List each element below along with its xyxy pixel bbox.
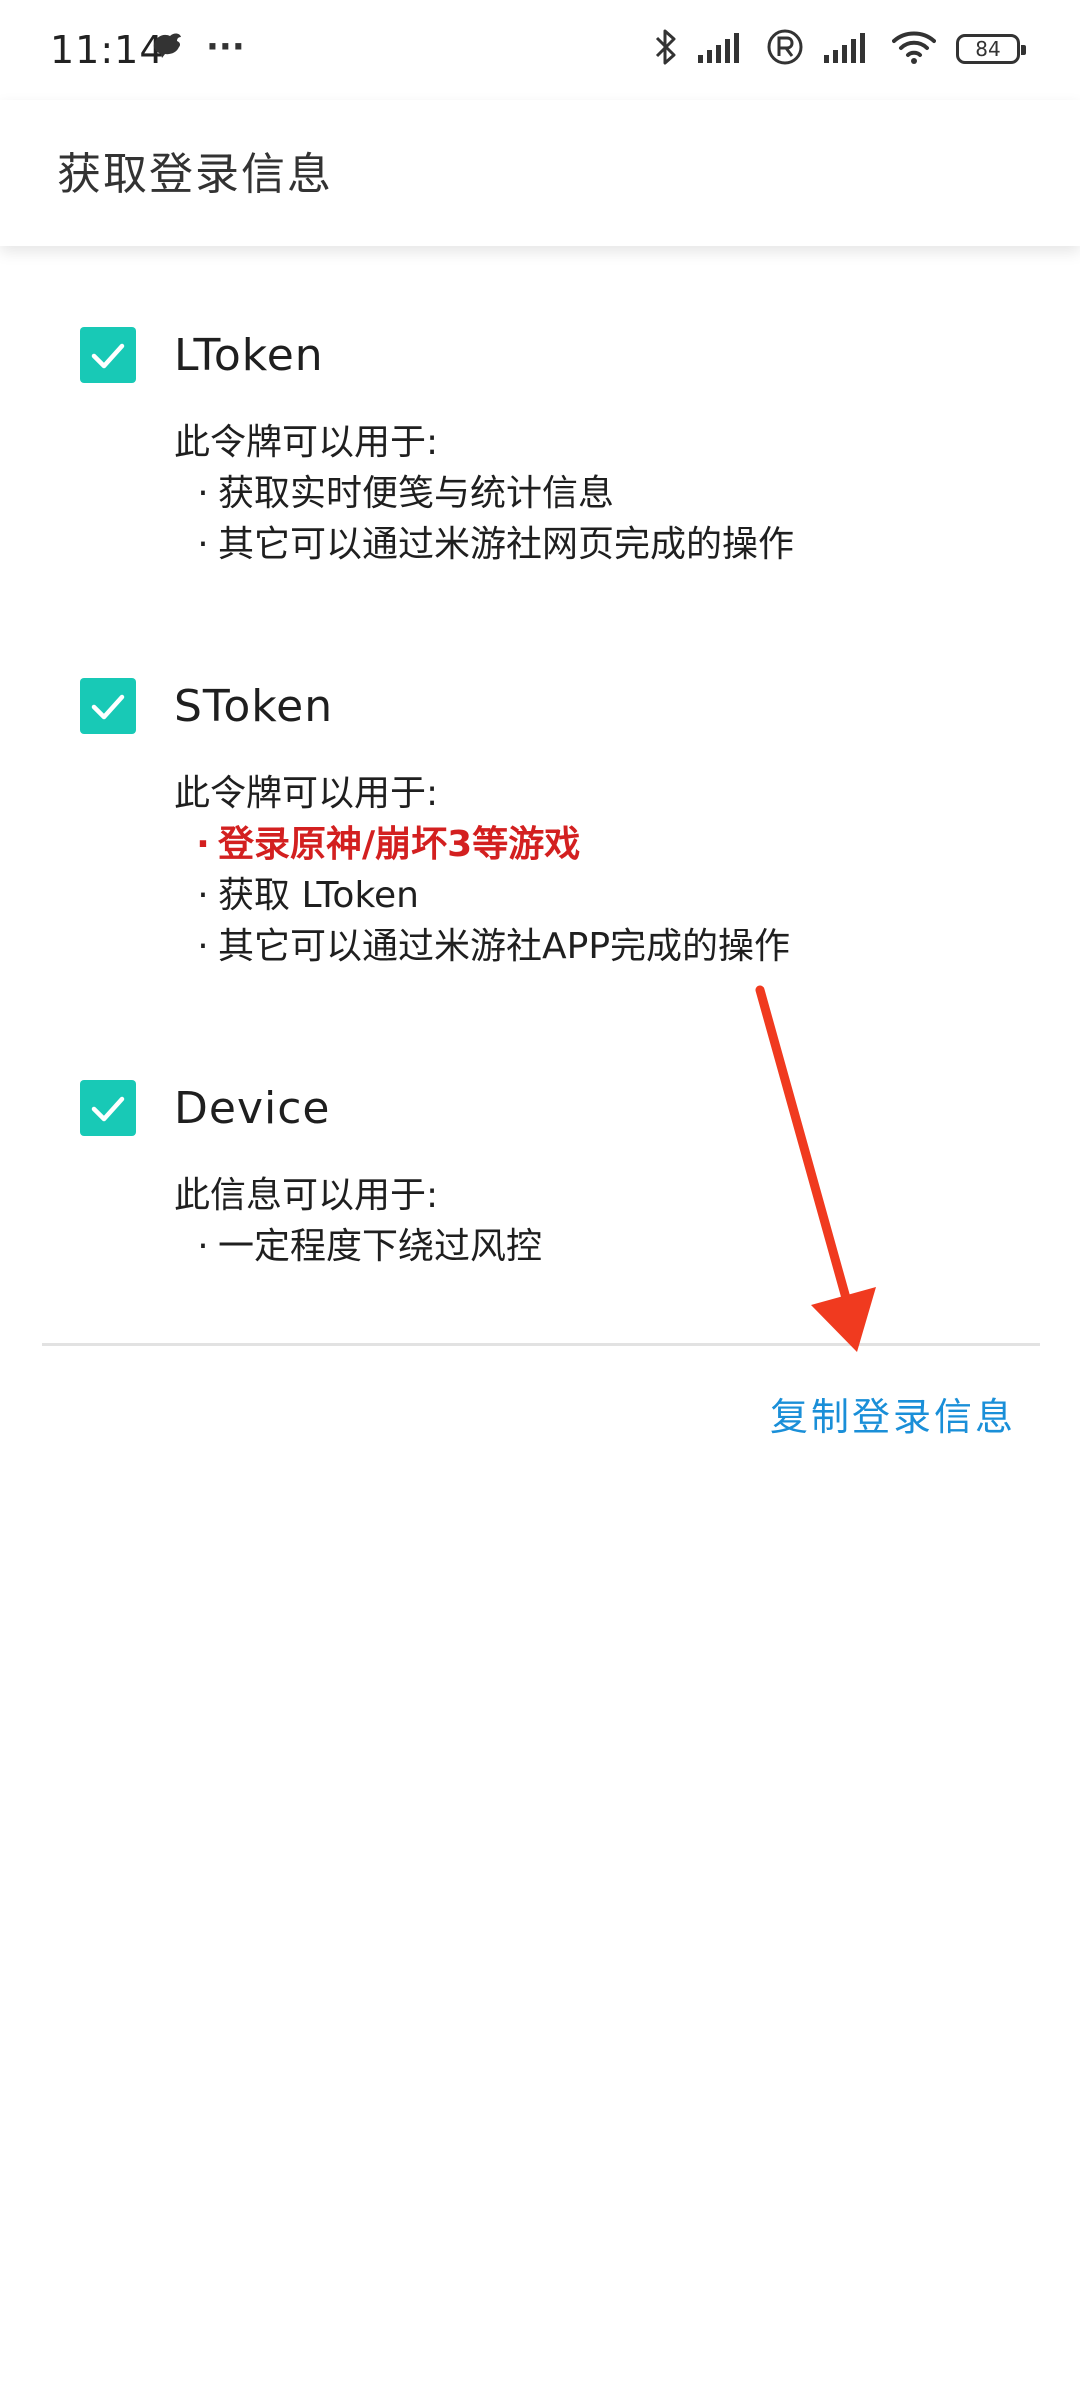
checkmark-icon: [91, 343, 125, 369]
more-dots: ···: [206, 27, 245, 67]
option-header: Device: [80, 1078, 1020, 1138]
status-time: 11:14: [50, 28, 165, 72]
option-intro: 此信息可以用于:: [174, 1175, 439, 1216]
option-bullet-emphasis: · 登录原神/崩坏3等游戏: [174, 819, 1020, 870]
device-checkbox[interactable]: [80, 1080, 136, 1136]
bullet-text: 一定程度下绕过风控: [218, 1226, 543, 1267]
divider: [42, 1343, 1040, 1346]
bullet-mark: ·: [197, 1226, 209, 1267]
bird-notification-icon: [150, 30, 184, 64]
option-device: Device 此信息可以用于: · 一定程度下绕过风控: [80, 1078, 1020, 1272]
option-header: LToken: [80, 325, 1020, 385]
battery-icon: 84: [956, 34, 1026, 64]
option-bullet: · 获取 LToken: [174, 870, 1020, 921]
stoken-checkbox[interactable]: [80, 678, 136, 734]
option-ltoken: LToken 此令牌可以用于: · 获取实时便笺与统计信息 · 其它可以通过米游…: [80, 325, 1020, 570]
bullet-text: 其它可以通过米游社网页完成的操作: [218, 524, 795, 565]
option-intro: 此令牌可以用于:: [174, 773, 439, 814]
option-bullet: · 其它可以通过米游社APP完成的操作: [174, 921, 1020, 972]
battery-level: 84: [975, 37, 1001, 61]
bullet-mark: ·: [197, 473, 209, 514]
bullet-text: 获取 LToken: [218, 875, 419, 916]
copy-login-info-button[interactable]: 复制登录信息: [770, 1380, 1016, 1447]
option-bullet: · 获取实时便笺与统计信息: [174, 468, 1020, 519]
status-left-icons: ···: [150, 30, 245, 64]
bullet-mark: ·: [196, 824, 210, 865]
bullet-mark: ·: [197, 926, 209, 967]
option-stoken: SToken 此令牌可以用于: · 登录原神/崩坏3等游戏 · 获取 LToke…: [80, 676, 1020, 972]
checkmark-icon: [91, 694, 125, 720]
bullet-text: 其它可以通过米游社APP完成的操作: [218, 926, 791, 967]
signal-icon: [698, 31, 746, 67]
page-title: 获取登录信息: [57, 149, 333, 200]
bullet-mark: ·: [197, 524, 209, 565]
option-title: LToken: [174, 329, 324, 381]
wifi-icon: [892, 30, 936, 68]
status-bar: 11:14 ··· 84: [0, 0, 1080, 100]
option-bullet: · 一定程度下绕过风控: [174, 1221, 1020, 1272]
option-description: 此令牌可以用于: · 获取实时便笺与统计信息 · 其它可以通过米游社网页完成的操…: [174, 417, 1020, 570]
signal-icon: [824, 31, 872, 67]
bullet-text: 登录原神/崩坏3等游戏: [218, 824, 581, 865]
checkmark-icon: [91, 1096, 125, 1122]
app-bar: 获取登录信息: [0, 100, 1080, 246]
bluetooth-icon: [654, 28, 678, 70]
bullet-text: 获取实时便笺与统计信息: [218, 473, 615, 514]
status-right-icons: 84: [654, 28, 1026, 70]
option-header: SToken: [80, 676, 1020, 736]
screen: 11:14 ··· 84 获取登录信息 LToken 此令牌可以用于: · 获取…: [0, 0, 1080, 2400]
option-intro: 此令牌可以用于:: [174, 422, 439, 463]
option-bullet: · 其它可以通过米游社网页完成的操作: [174, 519, 1020, 570]
ltoken-checkbox[interactable]: [80, 327, 136, 383]
option-title: Device: [174, 1082, 331, 1134]
option-description: 此信息可以用于: · 一定程度下绕过风控: [174, 1170, 1020, 1272]
roaming-r-icon: [766, 28, 804, 70]
bullet-mark: ·: [197, 875, 209, 916]
option-description: 此令牌可以用于: · 登录原神/崩坏3等游戏 · 获取 LToken · 其它可…: [174, 768, 1020, 972]
option-title: SToken: [174, 680, 334, 732]
